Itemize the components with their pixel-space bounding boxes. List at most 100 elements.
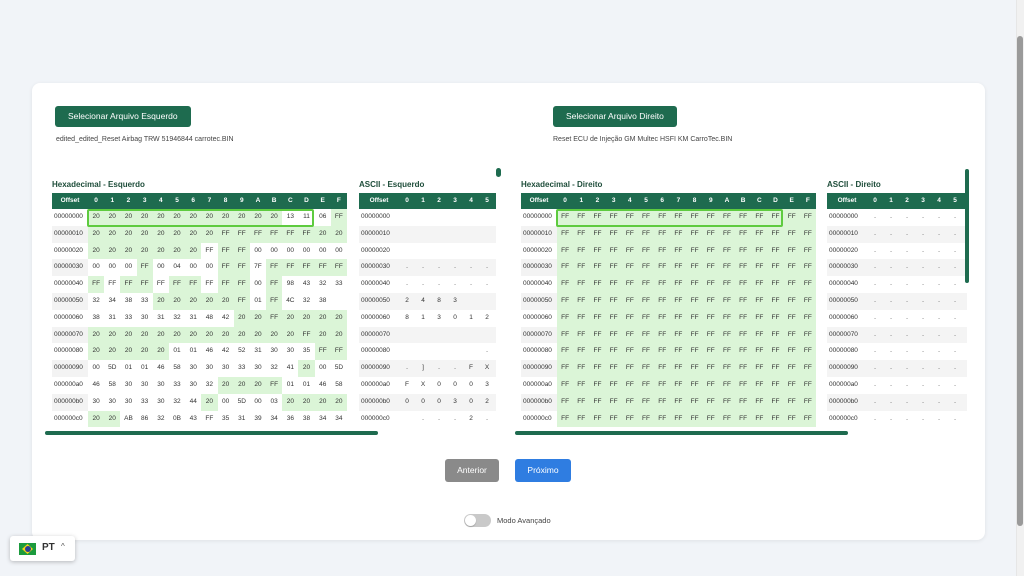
hex-byte-cell: FF — [702, 309, 719, 327]
hex-byte-cell: FF — [573, 309, 590, 327]
ascii-char-cell: . — [922, 347, 924, 355]
ascii-char-cell: . — [906, 313, 908, 321]
previous-button[interactable]: Anterior — [445, 459, 499, 482]
hex-byte-cell: FF — [718, 276, 736, 293]
hex-byte-cell: FF — [735, 343, 752, 361]
ascii-char-cell: . — [486, 263, 488, 271]
ascii-char-cell: . — [922, 296, 924, 304]
hex-byte-cell: 30 — [217, 360, 234, 377]
hex-byte-cell: 58 — [104, 376, 121, 394]
ascii-header-row: Offset 0 1 2 3 4 5 — [827, 193, 967, 209]
ascii-char-cell: . — [922, 246, 924, 254]
hex-byte-cell: FF — [686, 343, 703, 361]
hex-byte-cell: FF — [266, 259, 283, 277]
hex-column-header: Offset — [60, 197, 80, 204]
ascii-row: 00000060 8 1 3 0 1 2 — [359, 309, 496, 327]
next-button[interactable]: Próximo — [515, 459, 571, 482]
ascii-char-cell: . — [874, 380, 876, 388]
hex-byte-cell: FF — [751, 225, 768, 243]
hex-byte-cell: FF — [702, 326, 719, 344]
hex-byte-cell: FF — [686, 360, 703, 377]
hex-byte-cell: FF — [735, 393, 752, 411]
ascii-char-cell: 3 — [437, 313, 441, 321]
hex-byte-cell: FF — [330, 209, 347, 226]
ascii-char-cell — [479, 327, 495, 344]
hex-byte-cell: 30 — [152, 376, 169, 394]
hex-byte-cell: 20 — [185, 326, 202, 344]
offset-cell: 000000b0 — [361, 397, 390, 405]
page-scroll-thumb[interactable] — [1017, 36, 1023, 526]
hex-byte-cell: FF — [266, 276, 283, 293]
select-right-file-button[interactable]: Selecionar Arquivo Direito — [553, 106, 677, 127]
hex-byte-cell: 01 — [136, 360, 153, 377]
hex-byte-cell: FF — [767, 242, 784, 260]
ascii-char-cell: . — [874, 313, 876, 321]
offset-cell: 00000090 — [52, 360, 88, 377]
hex-byte-cell: FF — [799, 326, 816, 344]
language-selector[interactable]: PT ^ — [10, 536, 75, 561]
hex-byte-cell: 44 — [185, 393, 202, 411]
ascii-column-header: 5 — [485, 197, 489, 204]
offset-cell: 00000020 — [523, 246, 552, 254]
hex-byte-cell: 38 — [314, 292, 331, 310]
hex-byte-cell: FF — [282, 225, 299, 243]
hex-column-header: E — [789, 197, 794, 204]
hex-byte-cell: FF — [718, 292, 736, 310]
hex-byte-cell: FF — [298, 225, 315, 243]
ascii-char-cell: 2 — [469, 414, 473, 422]
hex-byte-cell: 01 — [298, 376, 315, 394]
left-hex-hscrollbar[interactable] — [45, 431, 378, 435]
hex-byte-cell: FF — [637, 242, 655, 260]
hex-byte-cell: 00 — [266, 242, 283, 260]
left-ascii-vscroll-thumb[interactable] — [496, 168, 501, 177]
ascii-char-cell: . — [406, 280, 408, 288]
ascii-char-cell: . — [890, 380, 892, 388]
ascii-char-cell: . — [906, 347, 908, 355]
ascii-row: 00000010 — [359, 225, 496, 243]
hex-byte-cell: FF — [767, 309, 784, 327]
ascii-char-cell: . — [906, 397, 908, 405]
hex-byte-cell: FF — [621, 376, 638, 394]
advanced-mode-toggle[interactable] — [464, 514, 491, 527]
hex-byte-cell: FF — [751, 376, 768, 394]
hex-column-header: 8 — [223, 197, 228, 204]
ascii-char-cell — [463, 243, 479, 260]
ascii-char-cell: . — [922, 263, 924, 271]
ascii-char-cell: . — [906, 263, 908, 271]
select-left-file-button[interactable]: Selecionar Arquivo Esquerdo — [55, 106, 191, 127]
ascii-row: 00000000 — [359, 209, 496, 226]
hex-byte-cell: 20 — [88, 343, 105, 361]
hex-row: 000000a0 FF FF FF FF FF FF FF FF FF FF FF FF FF FF FF FF — [521, 376, 816, 394]
hex-byte-cell: FF — [136, 259, 153, 277]
hex-byte-cell: 00 — [249, 242, 267, 260]
page-scrollbar[interactable] — [1016, 0, 1024, 576]
ascii-column-header: 1 — [421, 197, 425, 204]
ascii-char-cell: . — [874, 330, 876, 338]
hex-byte-cell: FF — [557, 259, 574, 277]
ascii-row: 00000090.].. F X — [359, 360, 496, 377]
hex-byte-cell: FF — [573, 209, 590, 226]
right-hex-hscrollbar[interactable] — [515, 431, 848, 435]
ascii-column-header: Offset — [369, 197, 389, 204]
hex-byte-cell: FF — [702, 376, 719, 394]
hex-column-header: 5 — [644, 197, 648, 204]
hex-byte-cell: 20 — [298, 360, 315, 377]
ascii-char-cell: . — [438, 280, 440, 288]
right-ascii-vscrollbar[interactable] — [965, 169, 969, 283]
ascii-char-cell: . — [454, 263, 456, 271]
hex-byte-cell: FF — [282, 259, 299, 277]
hex-byte-cell: FF — [233, 242, 250, 260]
hex-byte-cell: FF — [605, 292, 622, 310]
ascii-char-cell: . — [422, 414, 424, 422]
hex-byte-cell: FF — [249, 225, 267, 243]
ascii-char-cell: . — [874, 263, 876, 271]
hex-byte-cell: 20 — [233, 309, 250, 327]
hex-byte-cell: FF — [621, 393, 638, 411]
ascii-row: 000000c0...... — [827, 410, 967, 428]
hex-byte-cell: 46 — [314, 376, 331, 394]
hex-row: 00000050 32 34 38 33 20 20 20 20 20 FF 01 FF 4C 32 38 — [52, 292, 347, 310]
hex-byte-cell: 20 — [152, 343, 169, 361]
ascii-column-header: 3 — [453, 197, 457, 204]
hex-byte-cell: 34 — [104, 292, 121, 310]
hex-byte-cell: FF — [654, 410, 671, 428]
